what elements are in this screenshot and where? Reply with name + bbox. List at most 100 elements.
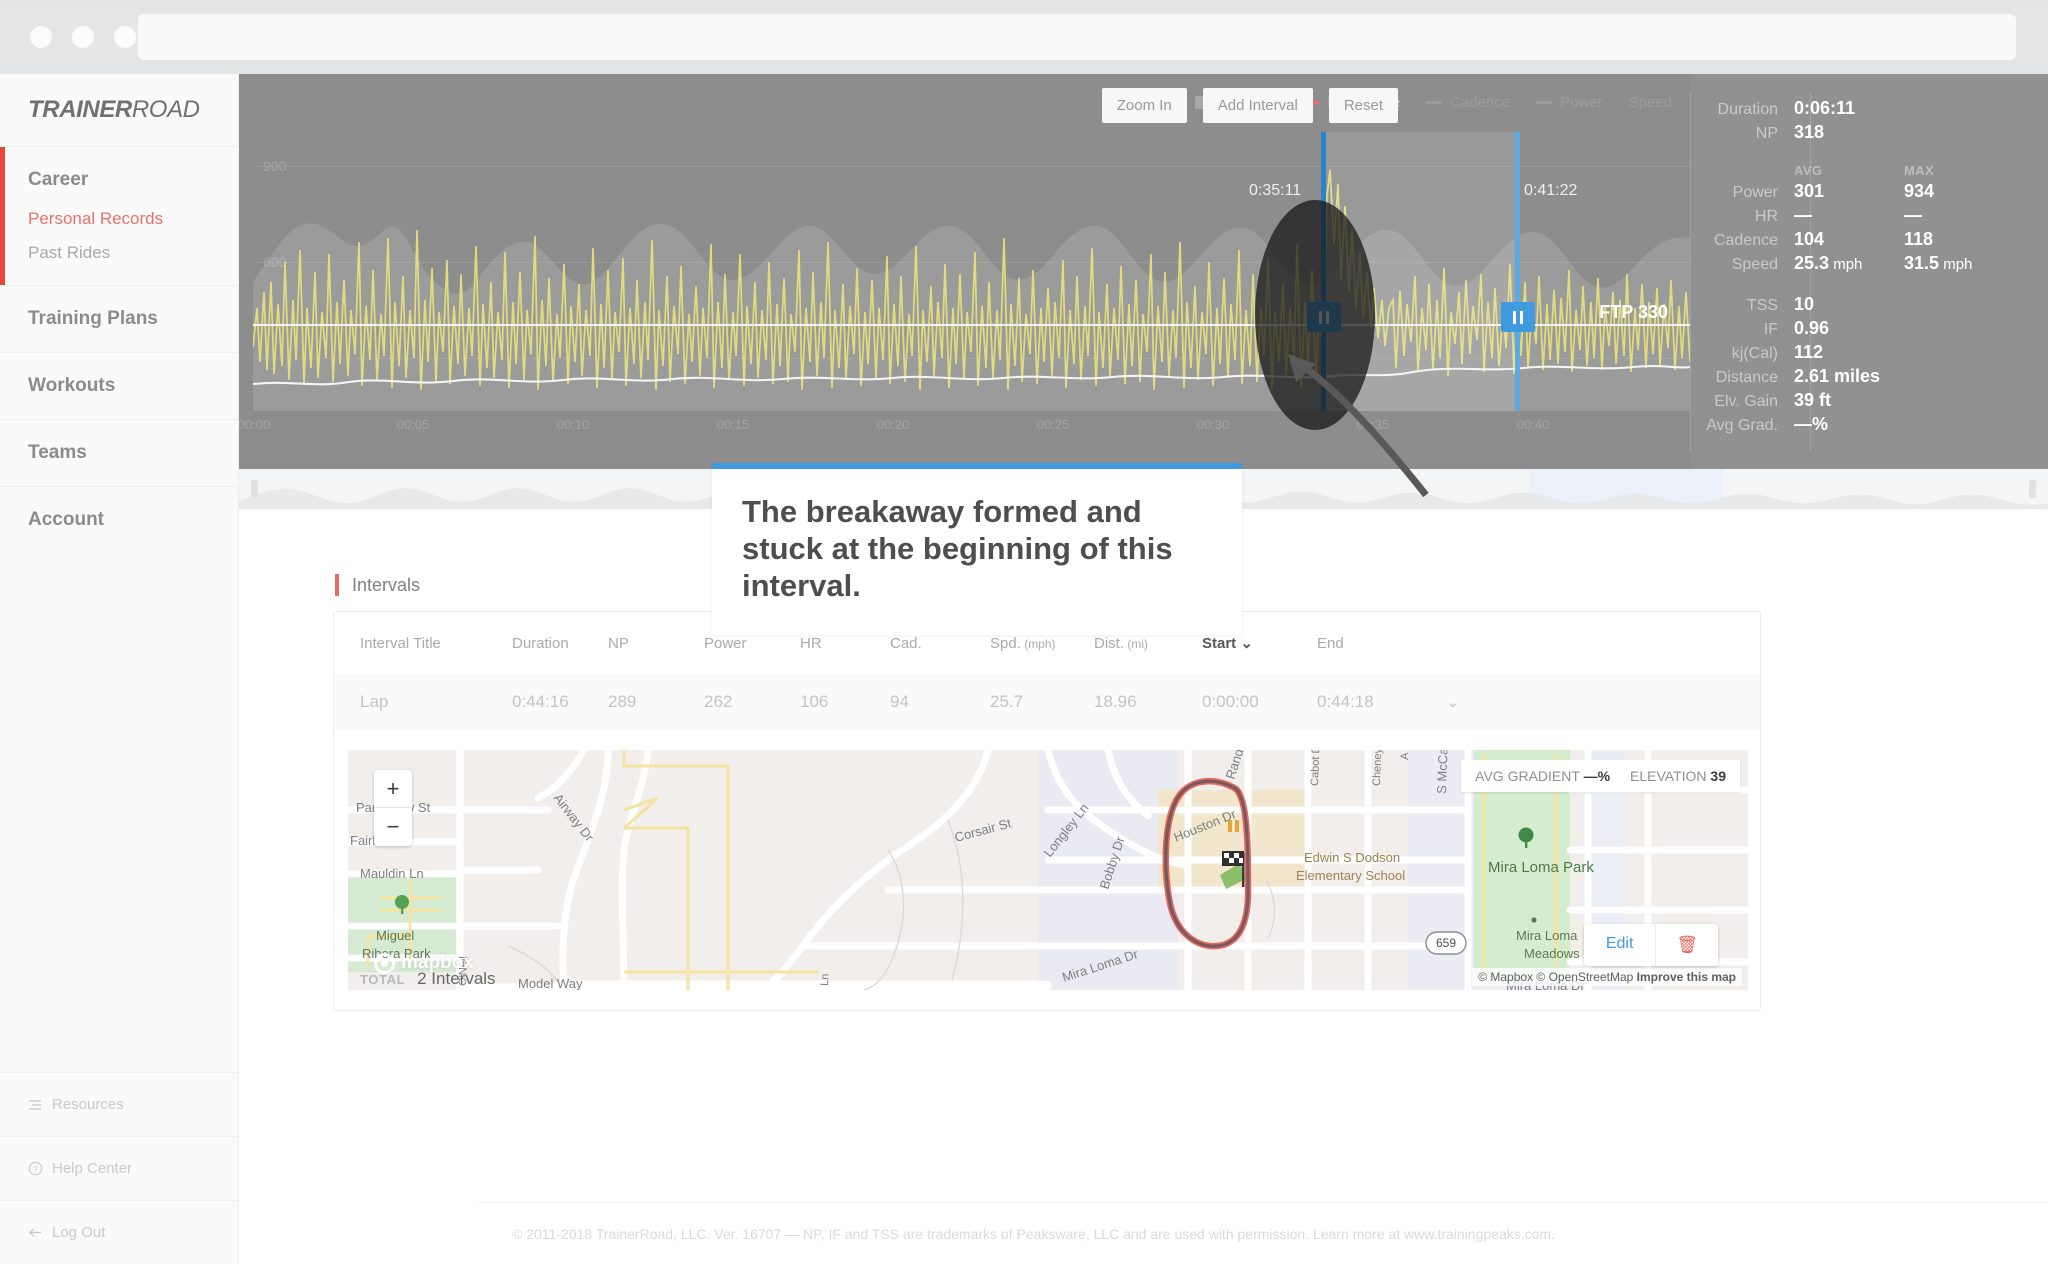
legend-item-cadence[interactable]: Cadence bbox=[1426, 94, 1510, 111]
stat-np: NP 318 bbox=[1690, 122, 2048, 143]
footer-text: © 2011-2018 TrainerRoad, LLC. Ver. 16707… bbox=[512, 1225, 1555, 1242]
mapbox-ring-icon bbox=[374, 952, 395, 974]
route-map[interactable]: 659 Airway Dr Park View St Fairbanks Mau… bbox=[348, 750, 1748, 990]
map-label: Cheney Dr bbox=[1371, 750, 1385, 786]
stat-avg-gradient-label: Avg Grad. bbox=[1706, 417, 1778, 434]
x-axis-tick: 00:15 bbox=[716, 417, 750, 432]
x-axis-tick: 00:00 bbox=[239, 417, 271, 432]
interval-end-handle[interactable] bbox=[1501, 302, 1535, 332]
sidebar-item-past-rides[interactable]: Past Rides bbox=[28, 243, 238, 263]
sidebar-item-training-plans[interactable]: Training Plans bbox=[28, 308, 238, 330]
column-header-start[interactable]: Start ⌄ bbox=[1202, 634, 1317, 652]
overview-right-handle[interactable] bbox=[2029, 480, 2036, 498]
stat-tss-label: TSS bbox=[1746, 297, 1778, 314]
ride-chart[interactable]: Elevation Heart Rate Cadence Power Speed bbox=[239, 74, 1690, 469]
stat-distance-value: 2.61 miles bbox=[1794, 366, 1881, 386]
map-action-buttons[interactable]: Edit 🗑 bbox=[1583, 924, 1718, 966]
map-zoom-in-button[interactable]: + bbox=[374, 770, 412, 808]
map-zoom-out-button[interactable]: − bbox=[374, 808, 412, 846]
map-label: A bbox=[1399, 752, 1411, 760]
sidebar-item-log-out-label: Log Out bbox=[52, 1224, 106, 1241]
highway-shield-659: 659 bbox=[1425, 931, 1467, 955]
cell-np: 289 bbox=[608, 692, 637, 711]
app-logo[interactable]: TRAINERROAD bbox=[0, 74, 238, 146]
sidebar-group-career[interactable]: Career Personal Records Past Rides bbox=[0, 146, 238, 285]
column-header-cadence[interactable]: Cad. bbox=[890, 635, 990, 652]
column-header-duration[interactable]: Duration bbox=[512, 635, 608, 652]
mapbox-logo[interactable]: mapbox bbox=[374, 952, 474, 974]
column-header-power[interactable]: Power bbox=[704, 635, 800, 652]
overview-left-handle[interactable] bbox=[251, 480, 258, 498]
stat-np-label: NP bbox=[1755, 125, 1778, 142]
selection-end-time: 0:41:22 bbox=[1524, 182, 1578, 199]
map-label: Model Way bbox=[518, 976, 583, 990]
map-label: Mauldin Ln bbox=[360, 866, 424, 881]
legend-item-speed[interactable]: Speed bbox=[1629, 94, 1672, 111]
x-axis-tick: 00:20 bbox=[876, 417, 910, 432]
question-circle-icon: ? bbox=[28, 1161, 43, 1176]
map-zoom-controls[interactable]: + − bbox=[374, 770, 412, 846]
edit-interval-button[interactable]: Edit bbox=[1584, 924, 1656, 966]
sidebar-group-teams[interactable]: Teams bbox=[0, 419, 238, 486]
cell-power: 262 bbox=[704, 692, 733, 711]
stat-hr-label: HR bbox=[1754, 208, 1778, 225]
map-label: Elementary School bbox=[1296, 868, 1405, 883]
logo-bold: TRAINER bbox=[28, 96, 132, 123]
cell-hr: 106 bbox=[800, 692, 829, 711]
window-controls[interactable] bbox=[30, 26, 136, 48]
column-header-hr[interactable]: HR bbox=[800, 635, 890, 652]
zoom-in-button[interactable]: Zoom In bbox=[1101, 88, 1187, 123]
stat-cadence-max: 118 bbox=[1904, 229, 1934, 249]
sidebar-group-workouts[interactable]: Workouts bbox=[0, 352, 238, 419]
column-header-distance[interactable]: Dist. (mi) bbox=[1094, 635, 1202, 652]
close-window-button[interactable] bbox=[30, 26, 52, 48]
map-attribution-text: © Mapbox © OpenStreetMap bbox=[1478, 970, 1637, 984]
column-header-speed[interactable]: Spd. (mph) bbox=[990, 635, 1094, 652]
interval-selection-end-line[interactable] bbox=[1515, 132, 1520, 411]
sidebar-item-personal-records[interactable]: Personal Records bbox=[28, 209, 238, 229]
stats-max-header: MAX bbox=[1904, 163, 1935, 178]
sidebar-group-training-plans[interactable]: Training Plans bbox=[0, 285, 238, 352]
map-avg-gradient: AVG GRADIENT —% bbox=[1475, 768, 1611, 784]
x-axis-tick: 00:40 bbox=[1516, 417, 1550, 432]
column-header-np[interactable]: NP bbox=[608, 635, 704, 652]
sidebar-item-teams[interactable]: Teams bbox=[28, 442, 238, 464]
trash-icon[interactable]: 🗑 bbox=[1655, 924, 1718, 966]
maximize-window-button[interactable] bbox=[114, 26, 136, 48]
sidebar-item-career[interactable]: Career bbox=[28, 169, 238, 191]
sidebar-item-account[interactable]: Account bbox=[28, 509, 238, 531]
chevron-down-icon[interactable]: ⌄ bbox=[1429, 693, 1459, 711]
address-bar[interactable] bbox=[138, 14, 2016, 60]
table-row[interactable]: Lap 0:44:16 289 262 106 94 25.7 18.96 0:… bbox=[334, 674, 1760, 730]
sidebar-item-help-center[interactable]: ? Help Center bbox=[0, 1136, 239, 1200]
cell-start: 0:00:00 bbox=[1202, 692, 1259, 711]
sidebar-item-log-out[interactable]: Log Out bbox=[0, 1200, 239, 1264]
map-label: Mira Loma Park bbox=[1488, 859, 1594, 876]
intervals-card: Interval Title Duration NP Power HR Cad.… bbox=[333, 611, 1761, 1011]
sidebar-group-account[interactable]: Account bbox=[0, 486, 238, 553]
map-elevation: ELEVATION 39 bbox=[1630, 768, 1726, 784]
column-header-end[interactable]: End bbox=[1317, 635, 1429, 652]
cell-interval-title: Lap bbox=[360, 692, 389, 711]
sidebar-item-workouts[interactable]: Workouts bbox=[28, 375, 238, 397]
legend-item-power[interactable]: Power bbox=[1536, 94, 1603, 111]
sidebar-item-resources[interactable]: Resources bbox=[0, 1072, 239, 1136]
stat-distance: Distance 2.61 miles bbox=[1690, 366, 2048, 387]
cell-speed: 25.7 bbox=[990, 692, 1024, 711]
stat-cadence: Cadence 104 118 bbox=[1690, 229, 2048, 250]
chart-plot-area[interactable]: 900 600 bbox=[253, 132, 1690, 430]
column-header-interval-title[interactable]: Interval Title bbox=[360, 635, 512, 652]
chart-x-axis: 00:00 00:05 00:10 00:15 00:20 00:25 00:3… bbox=[239, 417, 1690, 433]
add-interval-button[interactable]: Add Interval bbox=[1202, 88, 1313, 123]
legend-label-speed: Speed bbox=[1628, 94, 1672, 111]
stat-power: Power 301 934 bbox=[1690, 181, 2048, 202]
stat-kj-label: kj(Cal) bbox=[1731, 345, 1778, 362]
stats-divider bbox=[1810, 92, 1811, 451]
improve-map-link[interactable]: Improve this map bbox=[1637, 970, 1736, 984]
reset-button[interactable]: Reset bbox=[1328, 88, 1398, 123]
stat-hr-max: — bbox=[1904, 205, 1922, 225]
list-icon bbox=[28, 1097, 43, 1112]
stat-if: IF 0.96 bbox=[1690, 318, 2048, 339]
minimize-window-button[interactable] bbox=[72, 26, 94, 48]
page-footer: © 2011-2018 TrainerRoad, LLC. Ver. 16707… bbox=[478, 1202, 2048, 1264]
